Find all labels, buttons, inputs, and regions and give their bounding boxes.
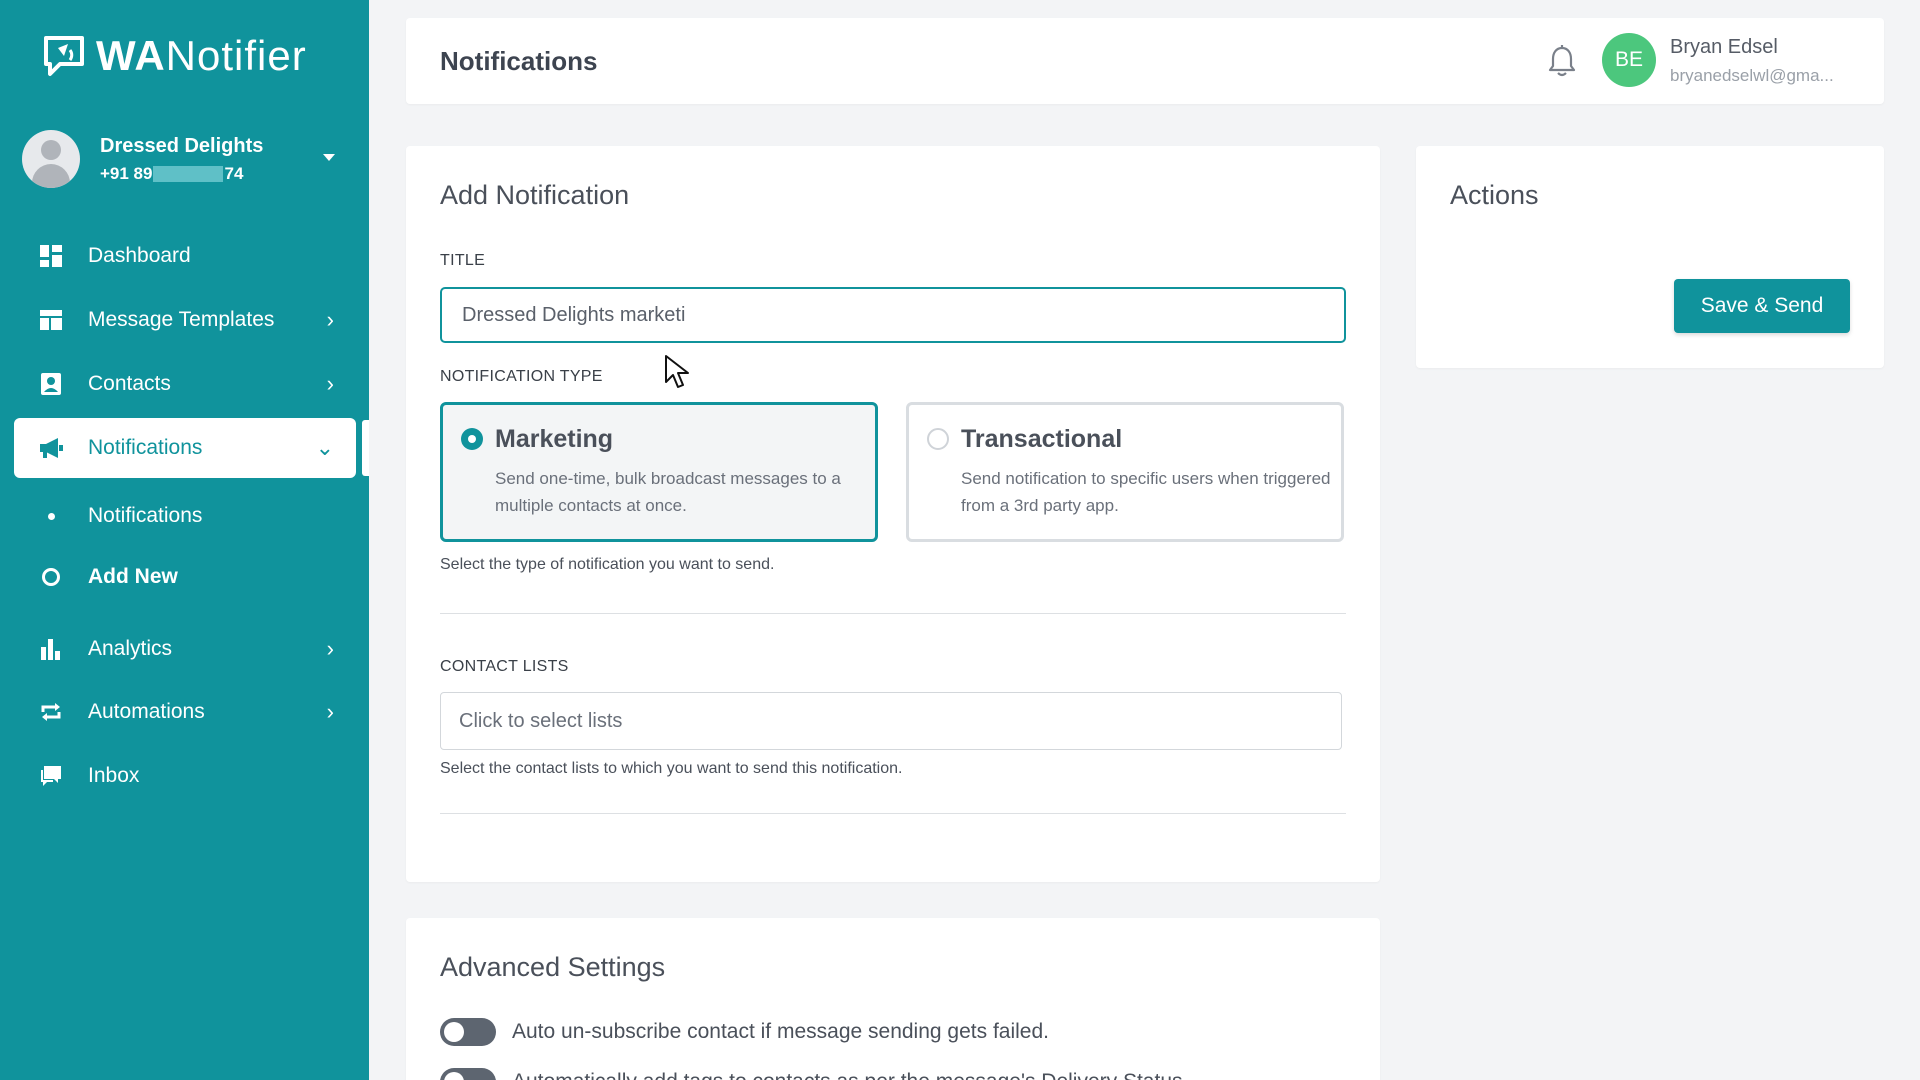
sidebar-item-dashboard[interactable]: Dashboard (14, 226, 356, 286)
toggle-label: Auto un-subscribe contact if message sen… (512, 1020, 1049, 1043)
caret-down-icon[interactable] (323, 154, 335, 161)
type-description: Send notification to specific users when… (961, 469, 1331, 515)
select-placeholder: Click to select lists (459, 709, 623, 732)
type-help-text: Select the type of notification you want… (440, 556, 775, 573)
card-title: Add Notification (440, 180, 630, 210)
logo-icon (44, 36, 84, 76)
title-input[interactable] (440, 287, 1346, 343)
sidebar-item-inbox[interactable]: Inbox (14, 746, 356, 806)
page-title: Notifications (440, 46, 598, 76)
template-icon (38, 307, 64, 333)
toggle-label: Automatically add tags to contacts as pe… (512, 1070, 1183, 1080)
chevron-right-icon: › (326, 636, 334, 661)
chat-icon (38, 763, 64, 789)
sidebar-subitem-notifications[interactable]: Notifications (14, 491, 356, 541)
advanced-settings-card: Advanced Settings Auto un-subscribe cont… (406, 918, 1380, 1080)
account-name: Dressed Delights (100, 134, 264, 157)
type-description: Send one-time, bulk broadcast messages t… (495, 469, 841, 515)
auto-unsubscribe-toggle[interactable] (440, 1018, 496, 1046)
save-send-button[interactable]: Save & Send (1674, 279, 1850, 333)
actions-title: Actions (1450, 180, 1539, 210)
chevron-right-icon: › (326, 307, 334, 332)
logo-text: WANotifier (96, 32, 307, 79)
chevron-down-icon: ⌄ (315, 435, 334, 460)
dashboard-icon (38, 243, 64, 269)
bullet-icon (47, 512, 55, 520)
auto-tags-toggle[interactable] (440, 1068, 496, 1080)
toggle-row-auto-tags: Automatically add tags to contacts as pe… (440, 1068, 1183, 1080)
advanced-title: Advanced Settings (440, 952, 666, 982)
lists-help-text: Select the contact lists to which you wa… (440, 760, 903, 777)
redaction-mask (153, 165, 224, 182)
repeat-icon (38, 699, 64, 725)
radio-unselected[interactable] (927, 428, 949, 450)
active-indicator (362, 420, 369, 476)
contact-lists-select[interactable]: Click to select lists (440, 692, 1342, 750)
sidebar-item-label: Inbox (88, 764, 140, 787)
user-avatar[interactable]: BE (1602, 33, 1656, 87)
add-notification-card: Add Notification TITLE NOTIFICATION TYPE… (406, 146, 1380, 882)
contacts-icon (38, 371, 64, 397)
user-email: bryanedselwl@gma... (1670, 66, 1834, 85)
sidebar-item-label: Analytics (88, 637, 173, 660)
sidebar-item-label: Contacts (88, 372, 171, 395)
user-name[interactable]: Bryan Edsel (1670, 36, 1778, 59)
sidebar-item-label: Message Templates (88, 308, 275, 331)
toggle-row-auto-unsubscribe: Auto un-subscribe contact if message sen… (440, 1018, 1049, 1046)
top-header: Notifications BE Bryan Edsel bryanedselw… (406, 18, 1884, 104)
logo[interactable]: WANotifier (40, 32, 307, 80)
divider (440, 613, 1346, 614)
ring-icon (42, 568, 60, 586)
type-name: Marketing (495, 425, 614, 453)
title-label: TITLE (440, 252, 486, 269)
account-avatar (22, 130, 80, 188)
account-switcher[interactable]: Dressed Delights +91 89 74 (22, 130, 347, 188)
account-phone: +91 89 74 (100, 163, 244, 183)
bell-icon[interactable] (1546, 44, 1578, 78)
sidebar-item-label: Add New (88, 565, 178, 588)
sidebar-item-contacts[interactable]: Contacts › (14, 354, 356, 414)
radio-selected[interactable] (461, 428, 483, 450)
chevron-right-icon: › (326, 699, 334, 724)
sidebar-item-label: Notifications (88, 504, 203, 527)
contact-lists-label: CONTACT LISTS (440, 658, 569, 675)
sidebar-item-label: Automations (88, 700, 205, 723)
divider (440, 813, 1346, 814)
sidebar-item-notifications[interactable]: Notifications ⌄ (14, 418, 356, 478)
type-name: Transactional (961, 425, 1123, 453)
bar-chart-icon (38, 636, 64, 662)
sidebar-item-analytics[interactable]: Analytics › (14, 619, 356, 679)
sidebar-item-label: Notifications (88, 436, 203, 459)
actions-card: Actions Save & Send (1416, 146, 1884, 368)
type-option-marketing[interactable]: Marketing Send one-time, bulk broadcast … (440, 402, 878, 542)
sidebar-item-automations[interactable]: Automations › (14, 682, 356, 742)
type-option-transactional[interactable]: Transactional Send notification to speci… (906, 402, 1344, 542)
sidebar-item-message-templates[interactable]: Message Templates › (14, 290, 356, 350)
sidebar: WANotifier Dressed Delights +91 89 74 Das… (0, 0, 369, 1080)
chevron-right-icon: › (326, 371, 334, 396)
sidebar-subitem-add-new[interactable]: Add New (14, 552, 356, 602)
megaphone-icon (38, 435, 64, 461)
notification-type-label: NOTIFICATION TYPE (440, 368, 603, 385)
mouse-cursor-icon (665, 355, 689, 388)
sidebar-item-label: Dashboard (88, 244, 191, 267)
